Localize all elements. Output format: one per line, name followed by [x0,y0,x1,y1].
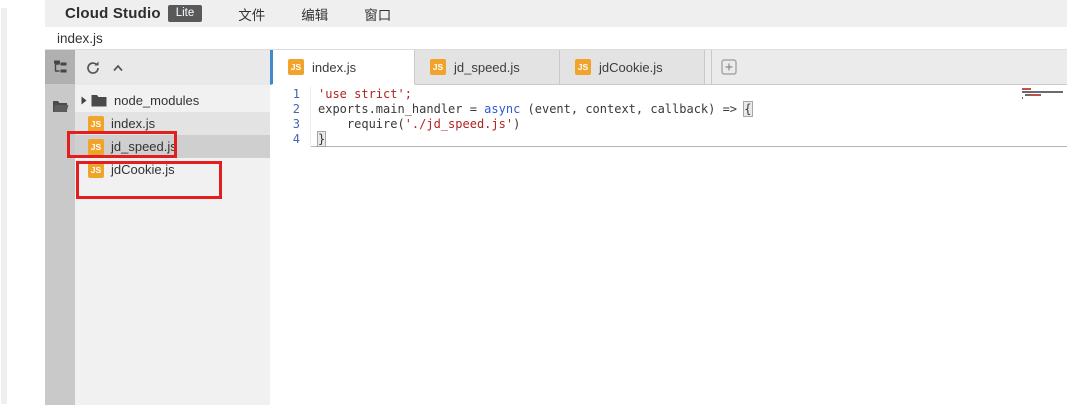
code-token-keyword: async [484,102,520,116]
js-file-icon: JS [88,116,104,132]
code-token-bracket: } [317,131,326,147]
activity-rail [45,50,75,405]
line-number: 4 [270,132,311,147]
tab-label: jd_speed.js [454,60,520,75]
minimap-line [1022,96,1067,99]
title-bar: index.js [45,27,1067,50]
code-line-1: 1 'use strict'; [270,87,1067,102]
tree-item-label: node_modules [114,93,199,108]
minimap[interactable] [1022,87,1067,99]
refresh-button[interactable] [86,61,100,75]
open-file-title: index.js [57,31,103,46]
line-number: 1 [270,87,311,102]
tab-label: jdCookie.js [599,60,663,75]
plus-box-icon [721,59,737,75]
expand-arrow-icon[interactable] [81,96,91,105]
menu-bar: Cloud Studio Lite 文件 编辑 窗口 [45,0,1067,27]
annotation-box-jd-speed [67,131,177,158]
menu-item-0[interactable]: 文件 [238,4,265,24]
js-file-icon: JS [430,59,446,75]
code-text: } [311,132,1067,147]
code-area: 1'use strict';2exports.main_handler = as… [270,87,1067,147]
minimap-segment [1022,91,1038,93]
code-line-4: 4} [270,132,1067,147]
code-line-2: 2exports.main_handler = async (event, co… [270,102,1067,117]
annotation-box-jdcookie [76,161,222,199]
code-token-plain: exports.main_handler = [318,102,484,116]
js-file-icon: JS [288,59,304,75]
menu-item-1[interactable]: 编辑 [301,4,328,24]
open-folder-button[interactable] [45,92,75,120]
code-token-plain: (event, context, callback) => [520,102,744,116]
code-token-string: './jd_speed.js' [405,117,513,131]
code-text: require('./jd_speed.js') [311,117,1067,132]
tab-jd-speed-js[interactable]: JS jd_speed.js [415,50,560,85]
page-scroll-strip[interactable] [1,8,7,404]
tab-jdcookie-js[interactable]: JS jdCookie.js [560,50,705,85]
tab-bar: JS index.js JS jd_speed.js JS jdCookie.js [270,50,1067,85]
minimap-segment [1041,91,1062,93]
refresh-icon [86,61,100,75]
line-number: 2 [270,102,311,117]
editor-region: JS index.js JS jd_speed.js JS jdCookie.js 1 'u… [270,50,1067,414]
minimap-segment [1030,94,1040,96]
tree-outline-icon [52,59,68,75]
chevron-up-icon [111,62,125,74]
new-tab-button[interactable] [712,50,746,84]
code-text: 'use strict'; [311,87,1067,102]
code-token-plain: ) [513,117,520,131]
tab-label: index.js [312,60,356,75]
code-token-plain: require( [318,117,405,131]
code-token-string: 'use strict'; [318,87,412,101]
folder-open-icon [52,99,69,113]
menu-item-2[interactable]: 窗口 [364,4,391,24]
code-text: exports.main_handler = async (event, con… [311,102,1067,117]
folder-icon [91,94,107,107]
code-editor[interactable]: 1'use strict';2exports.main_handler = as… [270,85,1067,414]
collapse-all-button[interactable] [111,62,125,74]
minimap-segment [1022,88,1031,90]
line-number: 3 [270,117,311,132]
minimap-segment [1040,94,1041,96]
file-explorer: node_modulesJSindex.jsJSjd_speed.jsJSjdC… [75,50,270,405]
tree-item-label: index.js [111,116,155,131]
app-logo: Cloud Studio [65,5,161,22]
lite-badge: Lite [168,5,203,22]
menu-items: 文件 编辑 窗口 [202,4,391,24]
code-line-3: 3 require('./jd_speed.js') [270,117,1067,132]
cloud-studio-window: Cloud Studio Lite 文件 编辑 窗口 index.js [0,0,1067,414]
minimap-segment [1062,91,1063,93]
tree-item-node-modules[interactable]: node_modules [75,89,270,112]
explorer-tree-button[interactable] [45,50,75,84]
explorer-toolbar [75,50,270,85]
js-file-icon: JS [575,59,591,75]
code-token-bracket: { [743,101,752,117]
minimap-segment [1022,97,1023,99]
tab-index-js[interactable]: JS index.js [270,50,415,85]
